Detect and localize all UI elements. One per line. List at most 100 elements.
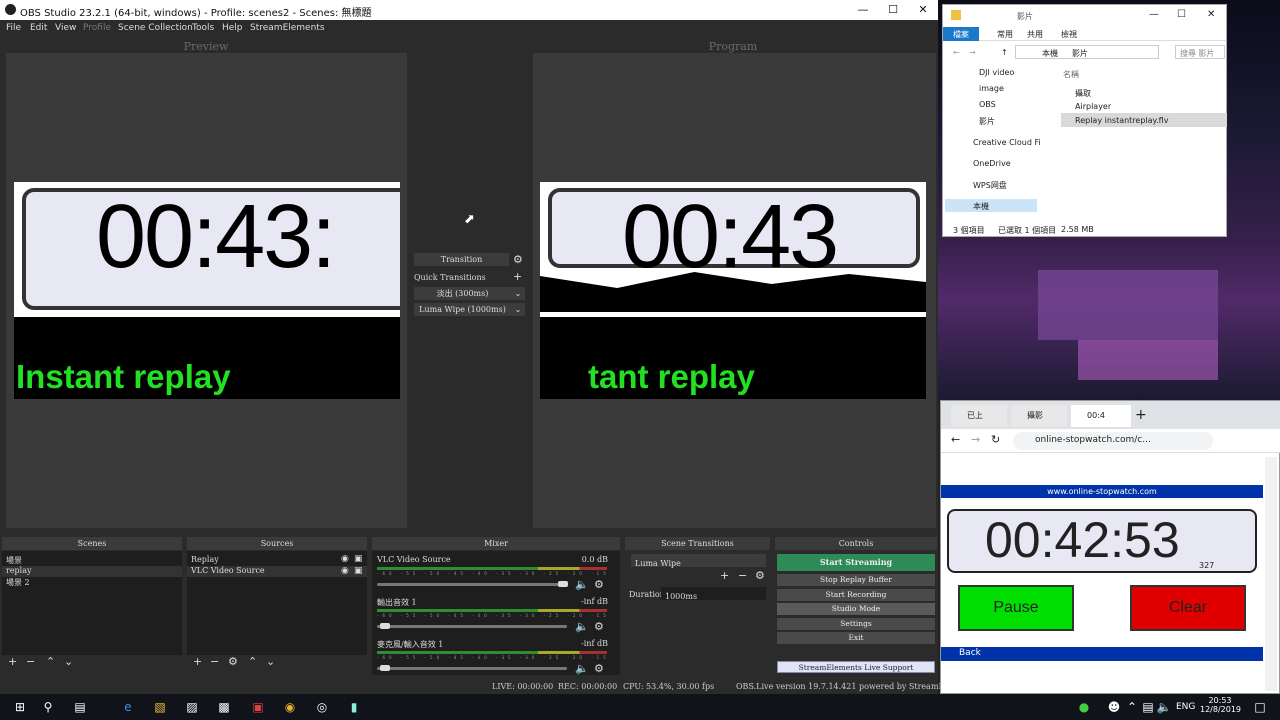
- add-source-icon[interactable]: +: [193, 656, 202, 667]
- ribbon-tab-home[interactable]: 常用: [997, 29, 1013, 40]
- menu-profile[interactable]: Profile: [83, 23, 111, 33]
- transition-gear-icon[interactable]: ⚙: [755, 570, 765, 581]
- maximize-icon[interactable]: ☐: [878, 0, 908, 20]
- ribbon-tab-view[interactable]: 檢視: [1061, 29, 1077, 40]
- minimize-icon[interactable]: —: [848, 0, 878, 20]
- menu-help[interactable]: Help: [222, 23, 243, 33]
- forward-arrow-icon[interactable]: →: [969, 48, 976, 57]
- nav-item[interactable]: Creative Cloud Fi: [973, 138, 1041, 147]
- back-bar[interactable]: Back: [941, 647, 1263, 661]
- search-icon[interactable]: ⚲: [40, 699, 56, 715]
- chrome-icon[interactable]: ◉: [282, 699, 298, 715]
- nav-item[interactable]: OneDrive: [973, 159, 1011, 168]
- source-item-selected[interactable]: VLC Video Source: [187, 566, 367, 577]
- volume-slider[interactable]: [377, 583, 567, 586]
- edge-icon[interactable]: e: [120, 699, 136, 715]
- back-arrow-icon[interactable]: ←: [953, 48, 960, 57]
- menu-tools[interactable]: Tools: [192, 23, 214, 33]
- speaker-icon[interactable]: 🔈: [575, 621, 589, 632]
- network-icon[interactable]: ▤: [1140, 699, 1156, 715]
- explorer-close-icon[interactable]: ✕: [1207, 9, 1215, 20]
- app-icon[interactable]: ▮: [346, 699, 362, 715]
- nav-item-selected[interactable]: 本機: [973, 201, 989, 212]
- browser-tab[interactable]: 攝影: [1011, 405, 1067, 427]
- add-scene-icon[interactable]: +: [8, 656, 17, 667]
- transition-select[interactable]: Luma Wipe: [631, 554, 766, 568]
- file-item[interactable]: 攝取: [1075, 88, 1091, 99]
- mixer-gear-icon[interactable]: ⚙: [594, 621, 604, 632]
- remove-scene-icon[interactable]: −: [26, 656, 35, 667]
- volume-slider[interactable]: [377, 625, 567, 628]
- new-tab-icon[interactable]: +: [1135, 407, 1147, 423]
- close-icon[interactable]: ✕: [908, 0, 938, 20]
- browser-tab[interactable]: 已上: [951, 405, 1007, 427]
- volume-icon[interactable]: 🔈: [1156, 699, 1172, 715]
- omnibox[interactable]: online-stopwatch.com/c...: [1013, 432, 1213, 450]
- move-down-icon[interactable]: ⌄: [266, 656, 275, 667]
- file-item[interactable]: Airplayer: [1075, 102, 1111, 111]
- reload-icon[interactable]: ↻: [991, 433, 1000, 446]
- back-link[interactable]: Back: [959, 648, 981, 658]
- menu-streamelements[interactable]: StreamElements: [250, 23, 325, 33]
- clock[interactable]: 20:53 12/8/2019: [1200, 696, 1241, 714]
- add-quick-transition-icon[interactable]: +: [513, 271, 522, 282]
- notifications-icon[interactable]: □: [1252, 699, 1268, 715]
- chevron-down-icon[interactable]: ⌄: [511, 287, 525, 300]
- menu-view[interactable]: View: [55, 23, 76, 33]
- duration-spinbox[interactable]: 1000ms: [661, 587, 766, 601]
- studio-mode-button[interactable]: Studio Mode: [777, 603, 935, 615]
- menu-scene-collection[interactable]: Scene Collection: [118, 23, 193, 33]
- quick-transition-fade[interactable]: 淡出 (300ms): [414, 287, 511, 300]
- up-arrow-icon[interactable]: ↑: [1001, 48, 1008, 57]
- column-header-name[interactable]: 名稱: [1063, 69, 1079, 80]
- move-down-icon[interactable]: ⌄: [64, 656, 73, 667]
- nav-item[interactable]: WPS网盘: [973, 180, 1007, 191]
- address-bar[interactable]: 本機 影片: [1015, 45, 1159, 59]
- forward-icon[interactable]: →: [971, 433, 980, 446]
- scene-item[interactable]: 場景 2: [6, 577, 30, 588]
- eye-icon[interactable]: ◉: [341, 554, 349, 565]
- store-icon[interactable]: ▨: [184, 699, 200, 715]
- windows-start-icon[interactable]: ⊞: [12, 699, 28, 715]
- clear-button[interactable]: Clear: [1130, 585, 1246, 631]
- app-icon[interactable]: ▩: [216, 699, 232, 715]
- browser-tab-active[interactable]: 00:4: [1071, 405, 1131, 427]
- source-settings-gear-icon[interactable]: ⚙: [228, 656, 238, 667]
- exit-button[interactable]: Exit: [777, 632, 935, 644]
- speaker-icon[interactable]: 🔈: [575, 579, 589, 590]
- path-segment[interactable]: 影片: [1072, 48, 1088, 59]
- mixer-gear-icon[interactable]: ⚙: [594, 663, 604, 674]
- volume-slider[interactable]: [377, 667, 567, 670]
- remove-source-icon[interactable]: −: [210, 656, 219, 667]
- explorer-maximize-icon[interactable]: ☐: [1177, 9, 1186, 20]
- volume-slider-knob[interactable]: [558, 581, 568, 587]
- source-item[interactable]: Replay: [191, 555, 219, 564]
- move-up-icon[interactable]: ⌃: [46, 656, 55, 667]
- remove-transition-icon[interactable]: −: [738, 570, 747, 581]
- nav-item[interactable]: 影片: [979, 116, 995, 127]
- back-icon[interactable]: ←: [951, 433, 960, 446]
- search-box[interactable]: 搜尋 影片: [1175, 45, 1225, 59]
- nav-item[interactable]: DJI video: [979, 68, 1014, 77]
- transition-gear-icon[interactable]: ⚙: [513, 254, 523, 265]
- ribbon-tab-share[interactable]: 共用: [1027, 29, 1043, 40]
- eye-icon[interactable]: ◉: [341, 566, 349, 577]
- scrollbar[interactable]: [1265, 457, 1277, 691]
- people-icon[interactable]: ☻: [1106, 699, 1122, 715]
- quick-transition-luma[interactable]: Luma Wipe (1000ms): [414, 303, 511, 316]
- move-up-icon[interactable]: ⌃: [248, 656, 257, 667]
- lock-icon[interactable]: ▣: [354, 554, 363, 565]
- settings-button[interactable]: Settings: [777, 618, 935, 630]
- volume-slider-knob[interactable]: [380, 665, 390, 671]
- nav-item[interactable]: image: [979, 84, 1004, 93]
- volume-slider-knob[interactable]: [380, 623, 390, 629]
- transition-button[interactable]: Transition: [414, 253, 509, 266]
- menu-edit[interactable]: Edit: [30, 23, 47, 33]
- add-transition-icon[interactable]: +: [720, 570, 729, 581]
- chevron-down-icon[interactable]: ⌄: [511, 303, 525, 316]
- task-view-icon[interactable]: ▤: [72, 699, 88, 715]
- menu-file[interactable]: File: [6, 23, 21, 33]
- speaker-icon[interactable]: 🔈: [575, 663, 589, 674]
- start-recording-button[interactable]: Start Recording: [777, 589, 935, 601]
- ribbon-tab-file[interactable]: 檔案: [953, 29, 969, 40]
